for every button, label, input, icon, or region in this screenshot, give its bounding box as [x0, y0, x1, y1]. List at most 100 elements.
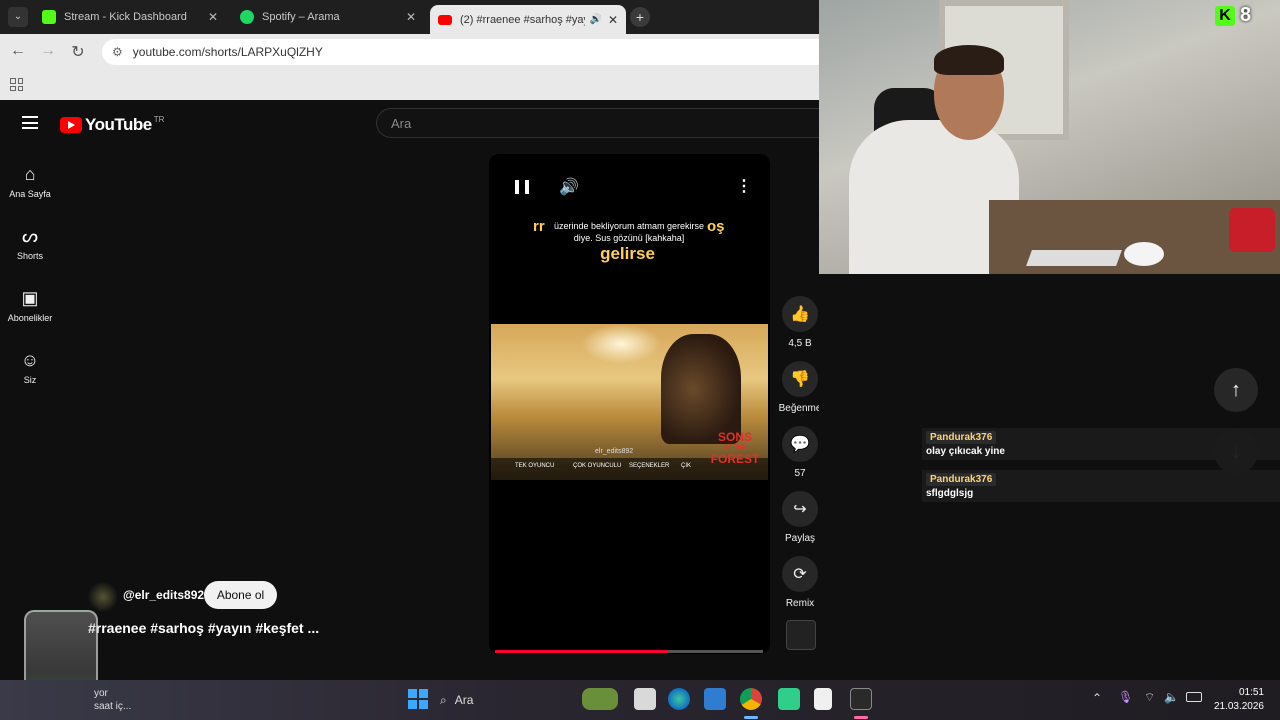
share-icon: ↪	[782, 491, 818, 527]
tray-chevron-icon[interactable]: ⌃	[1092, 691, 1102, 705]
file-explorer-icon[interactable]	[634, 688, 656, 710]
you-icon: ☺	[20, 350, 40, 370]
search-icon: ⌕	[440, 692, 447, 707]
close-icon[interactable]: ✕	[406, 10, 416, 24]
caption-small: üzerinde bekliyorum atmam gerekirse diye…	[553, 221, 705, 243]
sidebar-item-you[interactable]: ☺ Siz	[0, 350, 60, 385]
chat-text: olay çıkıcak yine	[926, 446, 1005, 457]
kick-icon	[42, 10, 56, 24]
tab-list-button[interactable]: ⌄	[8, 7, 28, 27]
speaker-red	[1229, 208, 1275, 252]
kick-logo-icon: K	[1215, 5, 1235, 26]
streamer-hair	[934, 45, 1004, 75]
comment-icon: 💬	[782, 426, 818, 462]
share-button[interactable]: ↪ Paylaş	[778, 491, 822, 544]
caption-big: gelirse	[600, 244, 655, 263]
windows-taskbar: yor saat iç... ⌕ Ara ⌃ 🎙 ⌔ 🔈 01:51 21.03…	[0, 680, 1280, 720]
caption-side-right: oş	[707, 218, 725, 235]
notepad-icon[interactable]	[814, 688, 832, 710]
edge-icon[interactable]	[668, 688, 690, 710]
sun-glow	[581, 324, 661, 364]
volume-icon[interactable]: 🔊	[559, 177, 579, 197]
more-options-icon[interactable]: ⋮	[736, 176, 752, 196]
youtube-logo[interactable]: YouTube TR	[60, 115, 164, 135]
home-icon: ⌂	[24, 164, 36, 184]
apps-grid-icon[interactable]	[10, 78, 23, 91]
video-frame: elr_edits892 TEK OYUNCU ÇOK OYUNCULU SEÇ…	[491, 324, 768, 480]
previous-short-button[interactable]: ↑	[1214, 368, 1258, 412]
sidebar-item-home[interactable]: ⌂ Ana Sayfa	[0, 164, 60, 199]
game-menu-item: TEK OYUNCU	[515, 463, 555, 469]
game-app-icon[interactable]	[582, 688, 618, 710]
like-button[interactable]: 👍 4,5 B	[778, 296, 822, 349]
game-title: SONS OF THE FOREST	[710, 430, 760, 466]
sidebar-item-shorts[interactable]: ᔕ Shorts	[0, 226, 60, 261]
remix-icon: ⟳	[782, 556, 818, 592]
sidebar-item-subscriptions[interactable]: ▣ Abonelikler	[0, 288, 60, 323]
dislike-button[interactable]: 👎 Beğenme	[778, 361, 822, 414]
active-indicator	[744, 716, 758, 719]
chat-message: Pandurak376 sflgdglsjg	[922, 470, 1280, 502]
bookmarks-bar	[0, 70, 820, 100]
youtube-play-icon	[60, 117, 82, 133]
audio-playing-icon[interactable]: 🔊	[589, 14, 601, 25]
progress-fill	[495, 650, 667, 653]
frame-watermark: elr_edits892	[595, 448, 634, 455]
mouse	[1124, 242, 1164, 266]
close-icon[interactable]: ✕	[208, 10, 218, 24]
kick-badge: K 8	[1215, 4, 1251, 27]
subscribe-button[interactable]: Abone ol	[204, 581, 277, 609]
taskbar-search[interactable]: ⌕ Ara	[440, 689, 570, 711]
forward-icon[interactable]: →	[38, 42, 58, 60]
close-icon[interactable]: ✕	[608, 13, 618, 27]
epic-games-icon[interactable]	[850, 688, 872, 710]
remix-button[interactable]: ⟳ Remix	[778, 556, 822, 609]
game-menu-item: ÇOK OYUNCULU	[573, 463, 622, 469]
address-bar-row: ← → ↻ ⚙ youtube.com/shorts/LARPXuQlZHY	[0, 34, 820, 70]
active-indicator	[854, 716, 868, 719]
chat-text: sflgdglsjg	[926, 488, 974, 499]
back-icon[interactable]: ←	[8, 42, 28, 60]
menu-icon[interactable]	[22, 116, 38, 129]
wifi-icon[interactable]: ⌔	[1144, 690, 1155, 705]
reload-icon[interactable]: ↻	[68, 42, 88, 62]
shorts-player[interactable]: 🔊 ⋮ rr üzerinde bekliyorum atmam gerekir…	[489, 154, 770, 654]
chat-message: Pandurak376 olay çıkıcak yine	[922, 428, 1280, 460]
youtube-icon	[438, 14, 452, 25]
clock[interactable]: 01:51 21.03.2026	[1210, 686, 1264, 714]
comments-button[interactable]: 💬 57	[778, 426, 822, 479]
chat-username: Pandurak376	[926, 431, 997, 444]
game-menu-item: ÇIK	[681, 463, 692, 469]
weather-widget[interactable]: yor saat iç...	[94, 687, 131, 713]
game-menu-item: SEÇENEKLER	[629, 463, 670, 469]
pause-icon[interactable]	[515, 180, 529, 194]
channel-name[interactable]: @elr_edits892	[123, 588, 204, 602]
chat-username: Pandurak376	[926, 473, 997, 486]
microphone-icon[interactable]: 🎙	[1118, 690, 1133, 704]
youtube-page: YouTube TR Ara ⌂ Ana Sayfa ᔕ Shorts ▣ Ab…	[0, 100, 822, 680]
store-icon[interactable]	[704, 688, 726, 710]
start-button[interactable]	[408, 689, 428, 709]
browser-tab-bar: ⌄ Stream - Kick Dashboard ✕ Spotify – Ar…	[0, 0, 820, 34]
volume-tray-icon[interactable]: 🔈	[1164, 690, 1179, 704]
shorts-icon: ᔕ	[21, 226, 39, 246]
thumbs-down-icon: 👎	[782, 361, 818, 397]
site-info-icon[interactable]: ⚙	[112, 45, 123, 59]
spotify-icon	[240, 10, 254, 24]
chrome-icon[interactable]	[740, 688, 762, 710]
webcam-overlay: K 8	[819, 0, 1280, 274]
new-tab-button[interactable]: +	[630, 7, 650, 27]
channel-avatar-small[interactable]	[786, 620, 816, 650]
caption-side-left: rr	[533, 218, 545, 235]
keyboard	[1026, 250, 1122, 266]
search-input[interactable]: Ara	[376, 108, 820, 138]
battery-icon[interactable]	[1186, 692, 1202, 702]
url-field[interactable]: ⚙ youtube.com/shorts/LARPXuQlZHY	[102, 39, 820, 65]
video-title[interactable]: #rraenee #sarhoş #yayın #keşfet ...	[88, 620, 319, 636]
tab-kick-dashboard[interactable]: Stream - Kick Dashboard ✕	[34, 5, 226, 29]
progress-track[interactable]	[495, 650, 763, 653]
channel-avatar[interactable]	[88, 582, 118, 612]
tab-spotify[interactable]: Spotify – Arama ✕	[232, 5, 424, 29]
tab-youtube-active[interactable]: (2) #rraenee #sarhoş #yayın 🔊 ✕	[430, 5, 626, 34]
app-icon[interactable]	[778, 688, 800, 710]
